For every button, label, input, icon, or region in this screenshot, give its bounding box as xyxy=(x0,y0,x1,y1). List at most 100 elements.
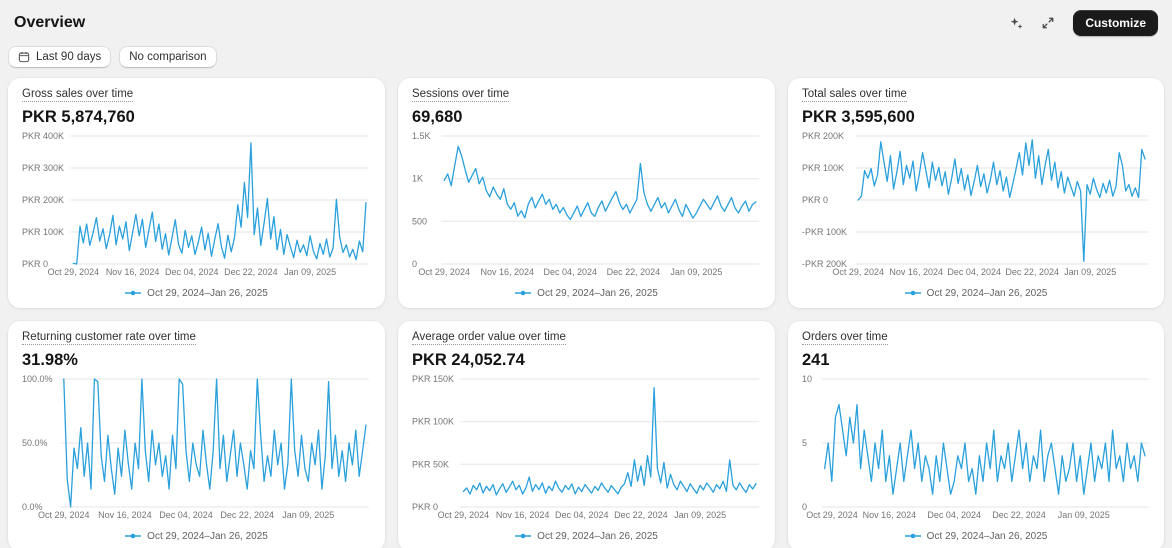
chart-title: Gross sales over time xyxy=(22,88,371,101)
svg-text:10: 10 xyxy=(802,374,812,384)
metric-value: PKR 3,595,600 xyxy=(802,108,1150,127)
chart-legend: Oct 29, 2024–Jan 26, 2025 xyxy=(412,278,761,300)
chart-title-link[interactable]: Sessions over time xyxy=(412,88,509,102)
gross-sales-line-chart: PKR 400K PKR 300K PKR 200K PKR 100K PKR 0Oct… xyxy=(22,131,371,278)
comparison-button[interactable]: No comparison xyxy=(119,46,216,68)
chart-title: Orders over time xyxy=(802,331,1150,344)
legend-line-icon xyxy=(515,532,531,540)
date-range-button[interactable]: Last 90 days xyxy=(8,46,111,68)
chart-legend: Oct 29, 2024–Jan 26, 2025 xyxy=(802,521,1150,543)
svg-text:Nov 16, 2024: Nov 16, 2024 xyxy=(106,267,160,277)
svg-text:Jan 09, 2025: Jan 09, 2025 xyxy=(282,510,334,520)
expand-arrows-icon xyxy=(1041,16,1055,30)
legend-label: Oct 29, 2024–Jan 26, 2025 xyxy=(537,288,658,299)
line-chart-svg: PKR 150KPKR 100KPKR 50KPKR 0Oct 29, 2024… xyxy=(412,374,761,521)
legend-label: Oct 29, 2024–Jan 26, 2025 xyxy=(537,531,658,542)
chart-title-link[interactable]: Returning customer rate over time xyxy=(22,331,196,345)
chart-title: Total sales over time xyxy=(802,88,1150,101)
svg-text:Dec 04, 2024: Dec 04, 2024 xyxy=(544,267,598,277)
dashboard-grid: Gross sales over time PKR 5,874,760 PKR … xyxy=(0,78,1172,548)
line-chart-svg: PKR 200KPKR 100KPKR 0-PKR 100K-PKR 200KO… xyxy=(802,131,1150,278)
svg-text:PKR 100K: PKR 100K xyxy=(22,227,64,237)
legend-line-icon xyxy=(905,532,921,540)
svg-text:1K: 1K xyxy=(412,174,423,184)
metric-value: PKR 5,874,760 xyxy=(22,108,371,127)
chart-card-returning-customer-rate: Returning customer rate over time 31.98%… xyxy=(8,321,385,548)
chart-card-sessions: Sessions over time 69,680 1.5K1K5000Oct … xyxy=(398,78,775,308)
legend-label: Oct 29, 2024–Jan 26, 2025 xyxy=(927,531,1048,542)
total-sales-line-chart: PKR 200KPKR 100KPKR 0-PKR 100K-PKR 200KO… xyxy=(802,131,1150,278)
line-chart-svg: 100.0%50.0%0.0%Oct 29, 2024Nov 16, 2024D… xyxy=(22,374,371,521)
svg-text:Dec 22, 2024: Dec 22, 2024 xyxy=(992,510,1046,520)
svg-text:Nov 16, 2024: Nov 16, 2024 xyxy=(98,510,152,520)
chart-title: Average order value over time xyxy=(412,331,761,344)
sidekick-button[interactable] xyxy=(1003,11,1029,35)
svg-text:Nov 16, 2024: Nov 16, 2024 xyxy=(889,267,943,277)
legend-label: Oct 29, 2024–Jan 26, 2025 xyxy=(147,288,268,299)
header-actions: Customize xyxy=(1003,10,1158,36)
line-chart-svg: PKR 400K PKR 300K PKR 200K PKR 100K PKR 0Oct… xyxy=(22,131,371,278)
metric-value: 31.98% xyxy=(22,351,371,370)
svg-text:Jan 09, 2025: Jan 09, 2025 xyxy=(284,267,336,277)
svg-text:500: 500 xyxy=(412,216,427,226)
legend-line-icon xyxy=(125,289,141,297)
svg-text:Jan 09, 2025: Jan 09, 2025 xyxy=(1058,510,1110,520)
svg-text:Oct 29, 2024: Oct 29, 2024 xyxy=(832,267,884,277)
chart-card-average-order-value: Average order value over time PKR 24,052… xyxy=(398,321,775,548)
chart-title-link[interactable]: Gross sales over time xyxy=(22,88,133,102)
line-chart-svg: 1.5K1K5000Oct 29, 2024Nov 16, 2024Dec 04… xyxy=(412,131,761,278)
chart-title-link[interactable]: Total sales over time xyxy=(802,88,907,102)
svg-text:Oct 29, 2024: Oct 29, 2024 xyxy=(48,267,100,277)
chart-legend: Oct 29, 2024–Jan 26, 2025 xyxy=(412,521,761,543)
date-range-label: Last 90 days xyxy=(36,51,101,63)
svg-text:PKR 200K: PKR 200K xyxy=(22,195,64,205)
legend-line-icon xyxy=(515,289,531,297)
chart-title: Sessions over time xyxy=(412,88,761,101)
svg-text:PKR 400K: PKR 400K xyxy=(22,131,64,141)
svg-text:Dec 04, 2024: Dec 04, 2024 xyxy=(165,267,219,277)
svg-text:Nov 16, 2024: Nov 16, 2024 xyxy=(863,510,917,520)
svg-text:Jan 09, 2025: Jan 09, 2025 xyxy=(1064,267,1116,277)
svg-text:PKR 300K: PKR 300K xyxy=(22,163,64,173)
svg-text:50.0%: 50.0% xyxy=(22,438,48,448)
returning-customer-rate-line-chart: 100.0%50.0%0.0%Oct 29, 2024Nov 16, 2024D… xyxy=(22,374,371,521)
average-order-value-line-chart: PKR 150KPKR 100KPKR 50KPKR 0Oct 29, 2024… xyxy=(412,374,761,521)
chart-card-orders: Orders over time 241 1050Oct 29, 2024Nov… xyxy=(788,321,1164,548)
svg-text:100.0%: 100.0% xyxy=(22,374,53,384)
customize-button[interactable]: Customize xyxy=(1073,10,1158,36)
metric-value: 69,680 xyxy=(412,108,761,127)
svg-text:Jan 09, 2025: Jan 09, 2025 xyxy=(670,267,722,277)
chart-title-link[interactable]: Orders over time xyxy=(802,331,888,345)
svg-text:Oct 29, 2024: Oct 29, 2024 xyxy=(806,510,858,520)
svg-text:Dec 04, 2024: Dec 04, 2024 xyxy=(159,510,213,520)
calendar-icon xyxy=(18,51,30,63)
expand-button[interactable] xyxy=(1035,11,1061,35)
svg-text:Dec 22, 2024: Dec 22, 2024 xyxy=(224,267,278,277)
chart-card-total-sales: Total sales over time PKR 3,595,600 PKR … xyxy=(788,78,1164,308)
svg-text:Oct 29, 2024: Oct 29, 2024 xyxy=(438,510,490,520)
chart-legend: Oct 29, 2024–Jan 26, 2025 xyxy=(802,278,1150,300)
svg-text:1.5K: 1.5K xyxy=(412,131,431,141)
chart-legend: Oct 29, 2024–Jan 26, 2025 xyxy=(22,521,371,543)
svg-text:Dec 04, 2024: Dec 04, 2024 xyxy=(947,267,1001,277)
page-header: Overview Customize xyxy=(0,0,1172,42)
svg-text:Dec 22, 2024: Dec 22, 2024 xyxy=(1005,267,1059,277)
page-title: Overview xyxy=(14,14,85,32)
sessions-line-chart: 1.5K1K5000Oct 29, 2024Nov 16, 2024Dec 04… xyxy=(412,131,761,278)
svg-text:PKR 200K: PKR 200K xyxy=(802,131,844,141)
metric-value: PKR 24,052.74 xyxy=(412,351,761,370)
filter-bar: Last 90 days No comparison xyxy=(0,42,1172,78)
svg-text:5: 5 xyxy=(802,438,807,448)
chart-card-gross-sales: Gross sales over time PKR 5,874,760 PKR … xyxy=(8,78,385,308)
svg-text:PKR 150K: PKR 150K xyxy=(412,374,454,384)
line-chart-svg: 1050Oct 29, 2024Nov 16, 2024Dec 04, 2024… xyxy=(802,374,1150,521)
orders-line-chart: 1050Oct 29, 2024Nov 16, 2024Dec 04, 2024… xyxy=(802,374,1150,521)
svg-text:Nov 16, 2024: Nov 16, 2024 xyxy=(481,267,535,277)
legend-label: Oct 29, 2024–Jan 26, 2025 xyxy=(147,531,268,542)
svg-text:PKR 0: PKR 0 xyxy=(22,259,48,269)
chart-title-link[interactable]: Average order value over time xyxy=(412,331,566,345)
sidekick-sparkle-icon xyxy=(1009,16,1024,31)
svg-text:PKR 100K: PKR 100K xyxy=(802,163,844,173)
svg-text:Dec 22, 2024: Dec 22, 2024 xyxy=(220,510,274,520)
metric-value: 241 xyxy=(802,351,1150,370)
